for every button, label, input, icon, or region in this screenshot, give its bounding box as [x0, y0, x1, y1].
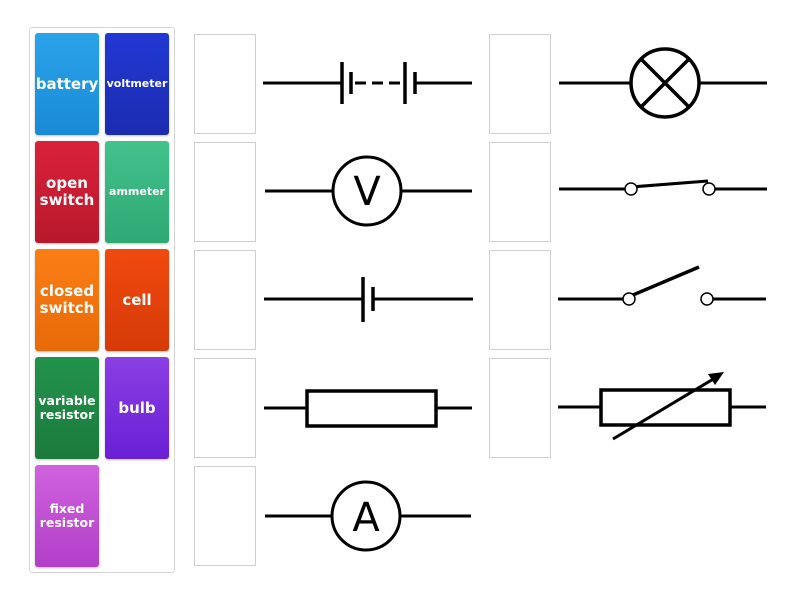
drop-slot-4[interactable]	[194, 358, 256, 458]
contact-terminal	[624, 182, 638, 196]
voltmeter-symbol: V	[265, 155, 472, 227]
tile-voltmeter[interactable]: voltmeter	[105, 33, 169, 135]
battery-symbol	[263, 62, 472, 104]
tile-label: open switch	[39, 174, 95, 209]
cell-symbol	[264, 277, 473, 322]
arrow-head-icon	[708, 372, 724, 385]
tile-label: battery	[35, 74, 99, 93]
tile-label: cell	[122, 290, 152, 309]
drop-slot-2[interactable]	[194, 142, 256, 242]
drop-slot-1[interactable]	[194, 34, 256, 134]
tile-bulb[interactable]: bulb	[105, 357, 169, 459]
tile-ammeter[interactable]: ammeter	[105, 141, 169, 243]
contact-terminal	[700, 292, 714, 306]
tile-closed-switch[interactable]: closed switch	[35, 249, 99, 351]
drop-slot-6[interactable]	[489, 34, 551, 134]
meter-letter: A	[352, 495, 380, 541]
switch-lever	[632, 265, 700, 297]
tile-open-switch[interactable]: open switch	[35, 141, 99, 243]
tile-battery[interactable]: battery	[35, 33, 99, 135]
tile-label: ammeter	[109, 184, 165, 198]
switch-lever	[630, 179, 709, 189]
fixed-resistor-symbol	[264, 389, 472, 428]
resistor-body	[305, 389, 438, 428]
closed-switch-symbol	[559, 179, 767, 196]
drop-slot-7[interactable]	[489, 142, 551, 242]
tile-label: voltmeter	[106, 76, 168, 90]
variable-arrow-shaft	[612, 376, 716, 441]
open-switch-symbol	[558, 265, 766, 306]
tile-variable-resistor[interactable]: variable resistor	[35, 357, 99, 459]
ammeter-symbol: A	[265, 480, 471, 552]
drop-slot-5[interactable]	[194, 466, 256, 566]
tile-cell[interactable]: cell	[105, 249, 169, 351]
tile-label: variable resistor	[38, 393, 96, 422]
tile-label: closed switch	[39, 282, 95, 317]
contact-terminal	[622, 292, 636, 306]
tile-label: bulb	[118, 398, 156, 417]
tile-label: fixed resistor	[39, 501, 95, 530]
meter-letter: V	[353, 169, 381, 215]
tile-fixed-resistor[interactable]: fixed resistor	[35, 465, 99, 567]
contact-terminal	[702, 182, 716, 196]
bulb-symbol	[559, 47, 767, 119]
drop-slot-9[interactable]	[489, 358, 551, 458]
variable-resistor-symbol	[558, 372, 766, 441]
drop-slot-8[interactable]	[489, 250, 551, 350]
drop-slot-3[interactable]	[194, 250, 256, 350]
